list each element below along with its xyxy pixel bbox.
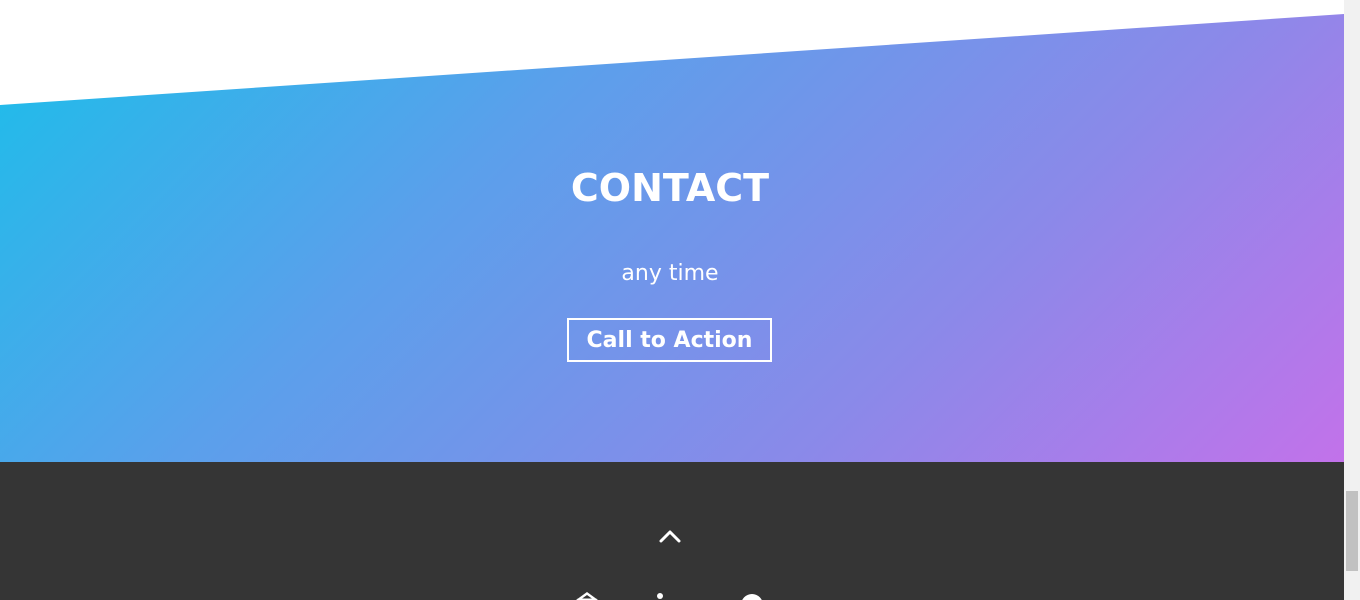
contact-section (0, 14, 1344, 462)
back-to-top-button[interactable] (656, 522, 684, 550)
location-icon (742, 594, 762, 600)
contact-title: CONTACT (570, 166, 770, 210)
scrollbar-thumb[interactable] (1346, 491, 1358, 571)
linkedin-icon (657, 593, 663, 599)
page-viewport: CONTACT any time Call to Action (0, 0, 1344, 600)
github-icon (576, 592, 598, 600)
linkedin-link[interactable] (648, 586, 678, 600)
call-to-action-button[interactable]: Call to Action (567, 318, 772, 362)
location-link[interactable] (737, 586, 767, 600)
chevron-up-icon (659, 530, 681, 543)
github-link[interactable] (572, 586, 602, 600)
contact-subtitle: any time (621, 261, 719, 286)
